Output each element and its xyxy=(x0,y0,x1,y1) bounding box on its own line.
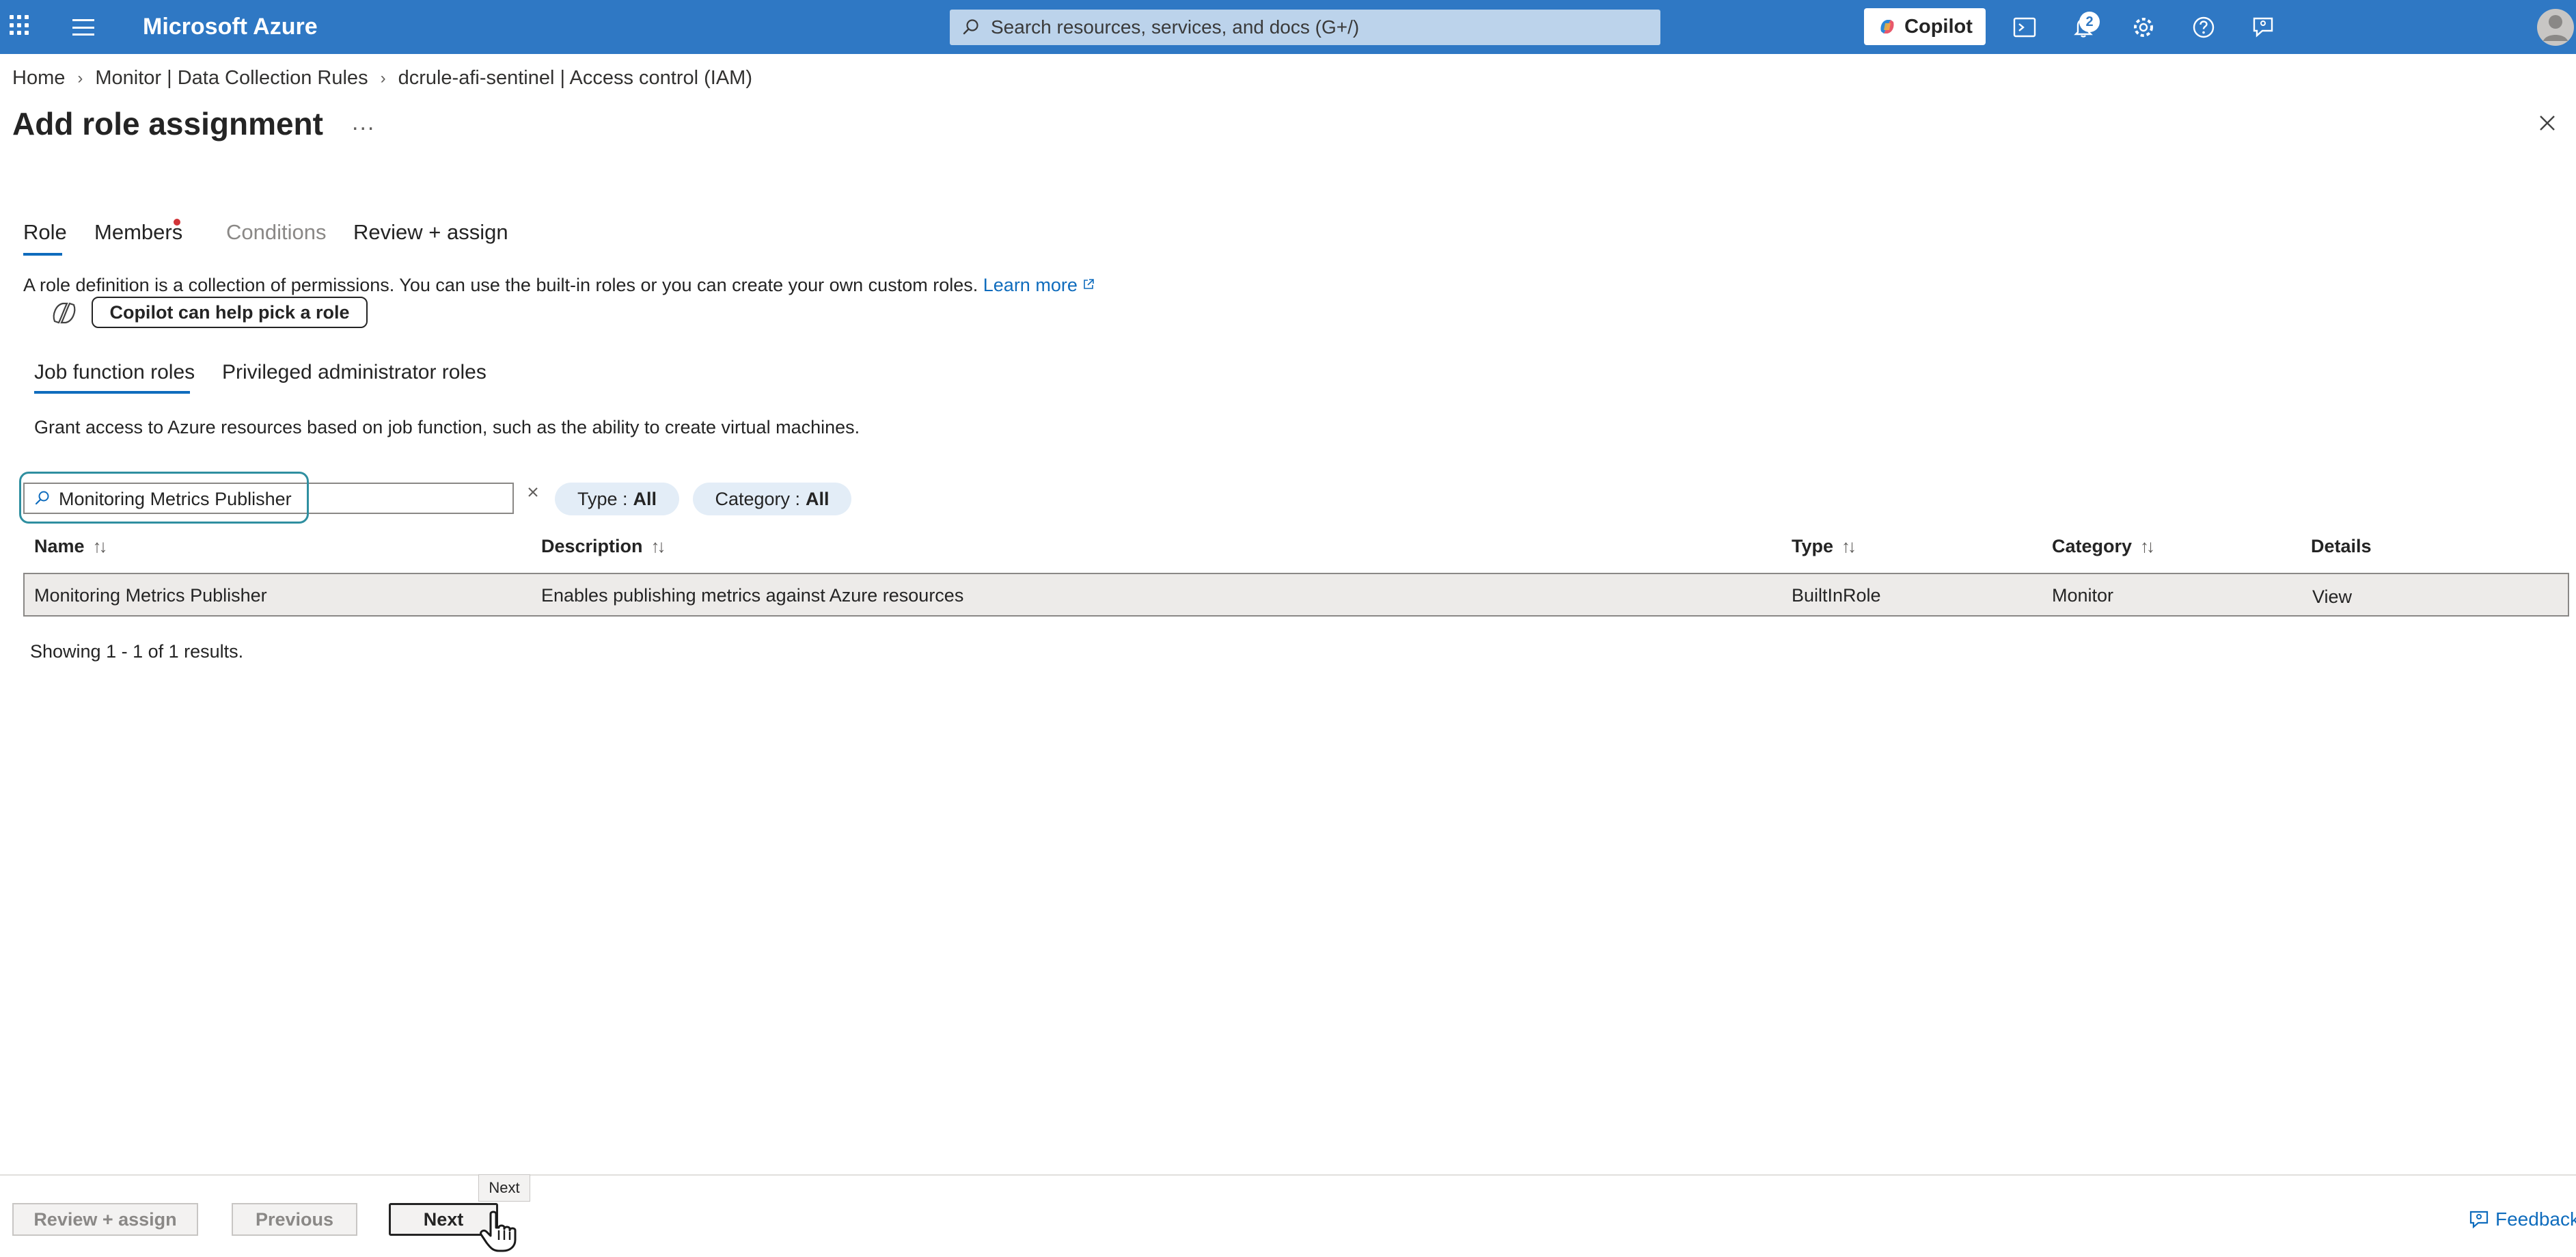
feedback-person-icon[interactable] xyxy=(2249,14,2277,41)
column-header-type[interactable]: Type ↑↓ xyxy=(1792,536,1856,557)
next-tooltip: Next xyxy=(478,1174,530,1202)
column-header-category[interactable]: Category ↑↓ xyxy=(2052,536,2155,557)
column-header-description[interactable]: Description ↑↓ xyxy=(541,536,666,557)
search-icon xyxy=(963,19,978,35)
clear-search-icon[interactable] xyxy=(523,483,543,502)
settings-gear-icon[interactable] xyxy=(2130,14,2157,41)
copilot-label: Copilot xyxy=(1904,15,1973,38)
breadcrumb-data-collection-rules[interactable]: Monitor | Data Collection Rules xyxy=(95,67,368,90)
feedback-icon xyxy=(2469,1211,2489,1229)
tab-privileged-administrator-roles[interactable]: Privileged administrator roles xyxy=(222,361,487,384)
row-role-type: BuiltInRole xyxy=(1792,585,1881,606)
copilot-outline-icon xyxy=(49,299,79,327)
tab-role-underline xyxy=(23,253,62,256)
results-count: Showing 1 - 1 of 1 results. xyxy=(30,641,244,662)
column-header-details: Details xyxy=(2311,536,2372,556)
tab-job-function-roles[interactable]: Job function roles xyxy=(34,361,195,384)
footer-divider xyxy=(0,1174,2576,1176)
cloud-shell-icon[interactable] xyxy=(2011,14,2038,41)
sort-icon[interactable]: ↑↓ xyxy=(651,536,666,557)
review-assign-button[interactable]: Review + assign xyxy=(12,1203,198,1236)
sort-icon[interactable]: ↑↓ xyxy=(1841,536,1856,557)
table-row[interactable] xyxy=(23,573,2569,617)
copilot-button[interactable]: Copilot xyxy=(1864,8,1986,45)
close-icon[interactable] xyxy=(2536,112,2558,134)
column-header-name[interactable]: Name ↑↓ xyxy=(34,536,108,557)
tab-job-function-underline xyxy=(34,391,190,394)
role-definition-text: A role definition is a collection of per… xyxy=(23,275,978,295)
search-focus-ring xyxy=(19,472,309,524)
required-indicator-dot xyxy=(174,219,180,226)
global-search-bar[interactable] xyxy=(950,10,1660,45)
role-definition-description: A role definition is a collection of per… xyxy=(23,275,1095,296)
tab-members[interactable]: Members xyxy=(94,220,182,245)
category-filter-pill[interactable]: Category : All xyxy=(693,483,851,515)
user-avatar[interactable] xyxy=(2536,7,2575,48)
hand-cursor-icon xyxy=(476,1210,523,1254)
portal-menu-icon[interactable] xyxy=(72,19,94,36)
row-role-category: Monitor xyxy=(2052,585,2114,606)
brand-title[interactable]: Microsoft Azure xyxy=(143,14,318,40)
feedback-link[interactable]: Feedback xyxy=(2468,1208,2576,1230)
row-view-details-link[interactable]: View xyxy=(2312,586,2352,608)
sort-ascending-icon[interactable]: ↑↓ xyxy=(93,536,108,557)
app-launcher-icon[interactable] xyxy=(10,15,30,36)
tab-role[interactable]: Role xyxy=(23,220,67,245)
sort-icon[interactable]: ↑↓ xyxy=(2140,536,2155,557)
previous-button[interactable]: Previous xyxy=(232,1203,357,1236)
more-options-icon[interactable]: ... xyxy=(352,109,375,136)
copilot-icon xyxy=(1880,20,1894,33)
tab-conditions: Conditions xyxy=(226,220,327,244)
global-search-input[interactable] xyxy=(989,16,1648,39)
copilot-pick-role-button[interactable]: Copilot can help pick a role xyxy=(92,297,368,328)
type-filter-value: All xyxy=(633,488,657,509)
breadcrumb-home[interactable]: Home xyxy=(12,67,65,90)
type-filter-label: Type : xyxy=(577,488,628,509)
category-filter-value: All xyxy=(806,488,830,509)
learn-more-link[interactable]: Learn more xyxy=(983,275,1095,295)
breadcrumb: Home › Monitor | Data Collection Rules ›… xyxy=(12,67,752,90)
external-link-icon xyxy=(1084,279,1095,289)
breadcrumb-access-control[interactable]: dcrule-afi-sentinel | Access control (IA… xyxy=(398,67,752,90)
type-filter-pill[interactable]: Type : All xyxy=(555,483,679,515)
row-role-name[interactable]: Monitoring Metrics Publisher xyxy=(34,585,267,606)
row-role-description: Enables publishing metrics against Azure… xyxy=(541,585,964,606)
category-filter-label: Category : xyxy=(715,488,801,509)
chevron-right-icon: › xyxy=(380,68,386,87)
tab-review-assign[interactable]: Review + assign xyxy=(353,220,508,245)
page-title: Add role assignment xyxy=(12,106,323,141)
notification-count-badge: 2 xyxy=(2079,12,2100,32)
help-icon[interactable] xyxy=(2190,14,2217,41)
chevron-right-icon: › xyxy=(77,68,83,87)
job-function-description: Grant access to Azure resources based on… xyxy=(34,417,860,437)
